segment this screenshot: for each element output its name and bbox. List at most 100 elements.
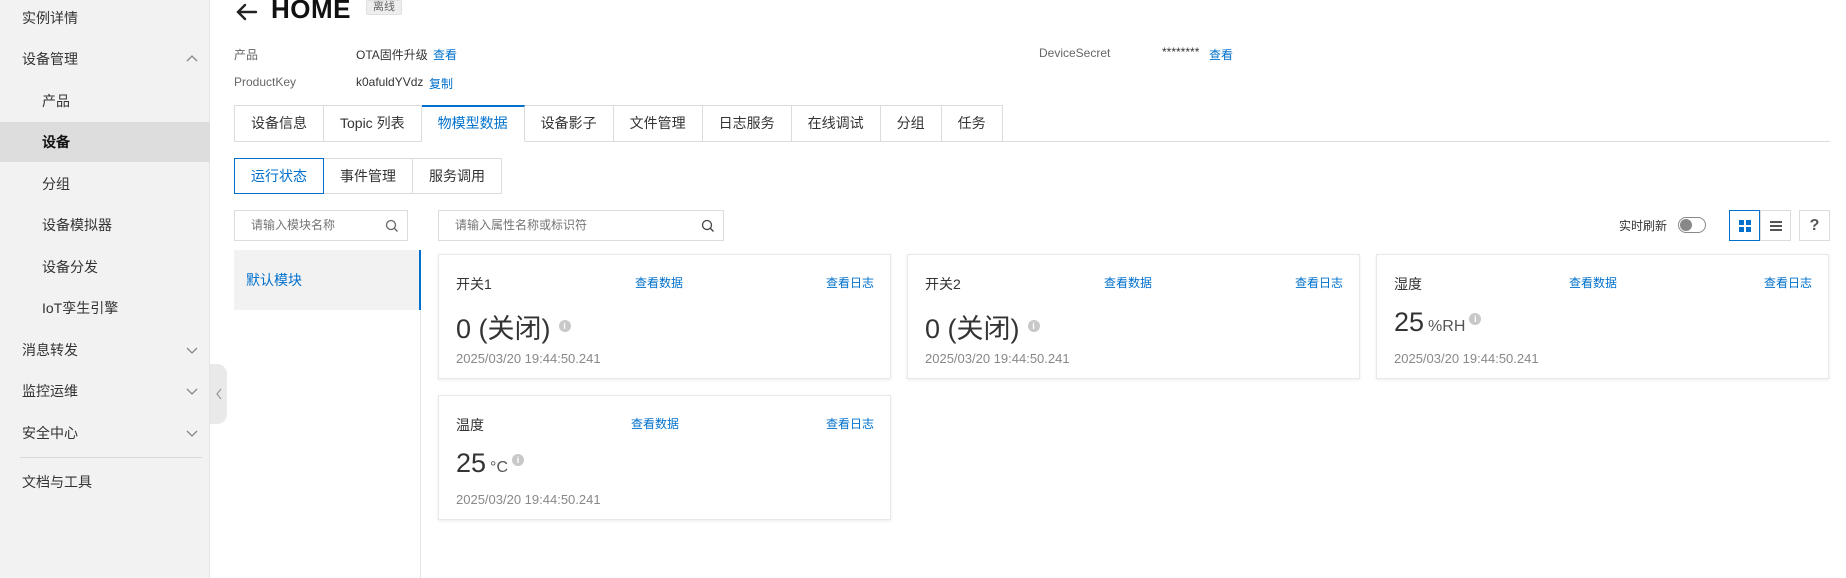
- property-name: 湿度: [1394, 276, 1422, 292]
- help-icon: ?: [1809, 216, 1820, 234]
- tab-device-info[interactable]: 设备信息: [234, 105, 324, 142]
- property-card: 开关2 查看数据 查看日志 0 (关闭) i 2025/03/20 19:44:5…: [907, 254, 1360, 379]
- property-search-input[interactable]: [455, 218, 670, 232]
- info-icon[interactable]: i: [1469, 313, 1482, 325]
- subtab-running-status[interactable]: 运行状态: [234, 158, 324, 194]
- main-tabs: 设备信息 Topic 列表 物模型数据 设备影子 文件管理 日志服务 在线调试 …: [234, 105, 1003, 142]
- property-value-row: 25 °C i: [456, 448, 524, 479]
- chevron-down-icon: [186, 430, 198, 437]
- sidebar-item-label: 实例详情: [22, 10, 78, 26]
- property-value-row: 25 %RH i: [1394, 307, 1482, 338]
- help-button[interactable]: ?: [1799, 210, 1830, 241]
- sidebar-item-iot-twin-engine[interactable]: IoT孪生引擎: [0, 288, 210, 328]
- tab-thing-model-data[interactable]: 物模型数据: [421, 105, 525, 142]
- sidebar-item-monitoring[interactable]: 监控运维: [0, 371, 210, 411]
- property-unit: %RH: [1428, 318, 1466, 335]
- property-card: 湿度 查看数据 查看日志 25 %RH i 2025/03/20 19:44:50.…: [1376, 254, 1829, 379]
- property-value-row: 0 (关闭) i: [456, 307, 571, 346]
- view-product-link[interactable]: 查看: [433, 46, 457, 63]
- property-value-row: 0 (关闭) i: [925, 307, 1040, 346]
- property-name: 开关2: [925, 276, 961, 292]
- status-badge: 离线: [366, 0, 402, 15]
- sidebar-item-label: 产品: [42, 93, 70, 109]
- sidebar-item-device-distribution[interactable]: 设备分发: [0, 247, 210, 287]
- sidebar-item-docs-tools[interactable]: 文档与工具: [0, 462, 210, 502]
- sidebar-item-label: 安全中心: [22, 425, 78, 441]
- chevron-left-icon: [215, 388, 222, 400]
- search-icon[interactable]: [385, 219, 399, 233]
- sub-tabs: 运行状态 事件管理 服务调用: [234, 158, 502, 194]
- chevron-down-icon: [186, 347, 198, 354]
- sidebar-item-label: 设备管理: [22, 51, 78, 67]
- view-secret-link[interactable]: 查看: [1209, 46, 1233, 63]
- devicesecret-value: ********: [1162, 45, 1200, 59]
- property-timestamp: 2025/03/20 19:44:50.241: [925, 351, 1070, 366]
- realtime-refresh-toggle[interactable]: [1678, 217, 1706, 233]
- toggle-knob: [1680, 219, 1692, 231]
- sidebar-collapse-handle[interactable]: [210, 364, 227, 424]
- view-data-link[interactable]: 查看数据: [1569, 274, 1617, 291]
- realtime-refresh-label: 实时刷新: [1619, 219, 1668, 233]
- view-data-link[interactable]: 查看数据: [631, 415, 679, 432]
- tab-log-service[interactable]: 日志服务: [702, 105, 792, 142]
- tab-device-shadow[interactable]: 设备影子: [524, 105, 614, 142]
- search-icon[interactable]: [701, 219, 715, 233]
- sidebar-item-message-forwarding[interactable]: 消息转发: [0, 330, 210, 370]
- module-item-default[interactable]: 默认模块: [234, 250, 421, 310]
- property-value: 25: [1394, 307, 1425, 337]
- sidebar-item-label: 设备模拟器: [42, 217, 112, 233]
- module-search-box: [234, 210, 408, 241]
- property-unit: °C: [490, 459, 508, 476]
- copy-productkey-link[interactable]: 复制: [429, 75, 453, 92]
- property-timestamp: 2025/03/20 19:44:50.241: [1394, 351, 1539, 366]
- sidebar-item-device-simulator[interactable]: 设备模拟器: [0, 205, 210, 245]
- subtab-service-invoke[interactable]: 服务调用: [413, 158, 502, 194]
- sidebar-item-label: 分组: [42, 176, 70, 192]
- sidebar-item-label: IoT孪生引擎: [42, 300, 119, 316]
- page-title: HOME: [271, 0, 351, 24]
- sidebar-item-device[interactable]: 设备: [0, 122, 210, 162]
- product-label: 产品: [234, 48, 259, 62]
- info-icon[interactable]: i: [558, 320, 571, 332]
- info-icon[interactable]: i: [512, 454, 524, 466]
- productkey-value: k0afuldYVdz: [356, 75, 424, 89]
- sidebar-item-instance-details[interactable]: 实例详情: [0, 0, 210, 38]
- property-value: 0 (关闭): [456, 314, 551, 344]
- sidebar-item-product[interactable]: 产品: [0, 81, 210, 121]
- tab-group[interactable]: 分组: [880, 105, 942, 142]
- grid-view-icon: [1738, 219, 1751, 232]
- sidebar-item-label: 消息转发: [22, 342, 78, 358]
- card-view-button[interactable]: [1729, 210, 1760, 241]
- view-log-link[interactable]: 查看日志: [1764, 274, 1812, 291]
- view-log-link[interactable]: 查看日志: [826, 415, 874, 432]
- sidebar-item-label: 设备: [42, 134, 70, 150]
- view-data-link[interactable]: 查看数据: [635, 274, 683, 291]
- tab-task[interactable]: 任务: [941, 105, 1003, 142]
- back-arrow-icon[interactable]: [234, 2, 258, 22]
- product-value: OTA固件升级: [356, 48, 428, 62]
- productkey-label: ProductKey: [234, 75, 297, 89]
- property-name: 开关1: [456, 276, 492, 292]
- property-name: 温度: [456, 417, 484, 433]
- property-timestamp: 2025/03/20 19:44:50.241: [456, 492, 601, 507]
- property-timestamp: 2025/03/20 19:44:50.241: [456, 351, 601, 366]
- sidebar-item-security-center[interactable]: 安全中心: [0, 413, 210, 453]
- view-log-link[interactable]: 查看日志: [826, 274, 874, 291]
- info-icon[interactable]: i: [1027, 320, 1040, 332]
- tab-online-debug[interactable]: 在线调试: [791, 105, 881, 142]
- sidebar-divider: [20, 457, 202, 458]
- subtab-event-management[interactable]: 事件管理: [324, 158, 413, 194]
- sidebar-item-label: 监控运维: [22, 383, 78, 399]
- view-data-link[interactable]: 查看数据: [1104, 274, 1152, 291]
- sidebar-item-device-management[interactable]: 设备管理: [0, 39, 210, 79]
- sidebar-item-label: 设备分发: [42, 259, 98, 275]
- property-card: 温度 查看数据 查看日志 25 °C i 2025/03/20 19:44:50.2…: [438, 395, 891, 520]
- tab-topic-list[interactable]: Topic 列表: [324, 105, 422, 142]
- tab-file-management[interactable]: 文件管理: [613, 105, 703, 142]
- chevron-down-icon: [186, 388, 198, 395]
- view-log-link[interactable]: 查看日志: [1295, 274, 1343, 291]
- list-view-icon: [1769, 220, 1782, 231]
- list-view-button[interactable]: [1760, 210, 1791, 241]
- sidebar-item-group[interactable]: 分组: [0, 164, 210, 204]
- module-search-input[interactable]: [251, 218, 376, 232]
